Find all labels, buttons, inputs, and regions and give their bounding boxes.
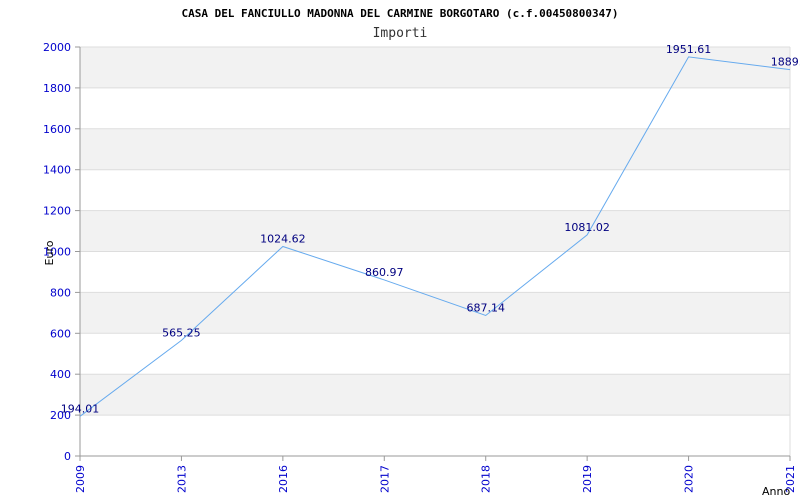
data-label: 1951.61 [666,43,712,56]
data-label: 194.01 [61,402,100,415]
y-tick-label: 1600 [43,123,71,136]
x-tick-label: 2017 [378,465,391,493]
line-chart: 0200400600800100012001400160018002000 20… [43,7,800,498]
data-label: 860.97 [365,266,404,279]
x-tick-label: 2016 [277,465,290,493]
data-label: 1024.62 [260,232,306,245]
x-tick-label: 2019 [581,465,594,493]
x-tick-label: 2009 [74,465,87,493]
y-axis-label: Euro [43,240,56,265]
y-tick-label: 1800 [43,82,71,95]
grid-bands [80,47,790,416]
data-label: 687.14 [466,301,505,314]
data-label: 1889.4 [771,56,800,69]
data-label: 1081.02 [564,221,610,234]
y-tick-label: 800 [50,286,71,299]
grid-band [80,374,790,416]
x-tick-labels: 2009 2013 2016 2017 2018 2019 2020 2021 [74,465,797,493]
chart-title: CASA DEL FANCIULLO MADONNA DEL CARMINE B… [181,7,618,20]
x-tick-label: 2020 [683,465,696,493]
grid-band [80,210,790,252]
y-tick-label: 1200 [43,205,71,218]
grid-band [80,128,790,170]
y-tick-label: 600 [50,327,71,340]
y-tick-label: 400 [50,368,71,381]
y-tick-label: 0 [64,450,71,463]
chart-subtitle: Importi [373,26,428,41]
y-tick-label: 1400 [43,164,71,177]
x-tick-label: 2018 [480,465,493,493]
x-tick-label: 2013 [175,465,188,493]
y-tick-label: 2000 [43,41,71,54]
data-label: 565.25 [162,326,201,339]
x-axis-label: Anno [762,485,790,498]
